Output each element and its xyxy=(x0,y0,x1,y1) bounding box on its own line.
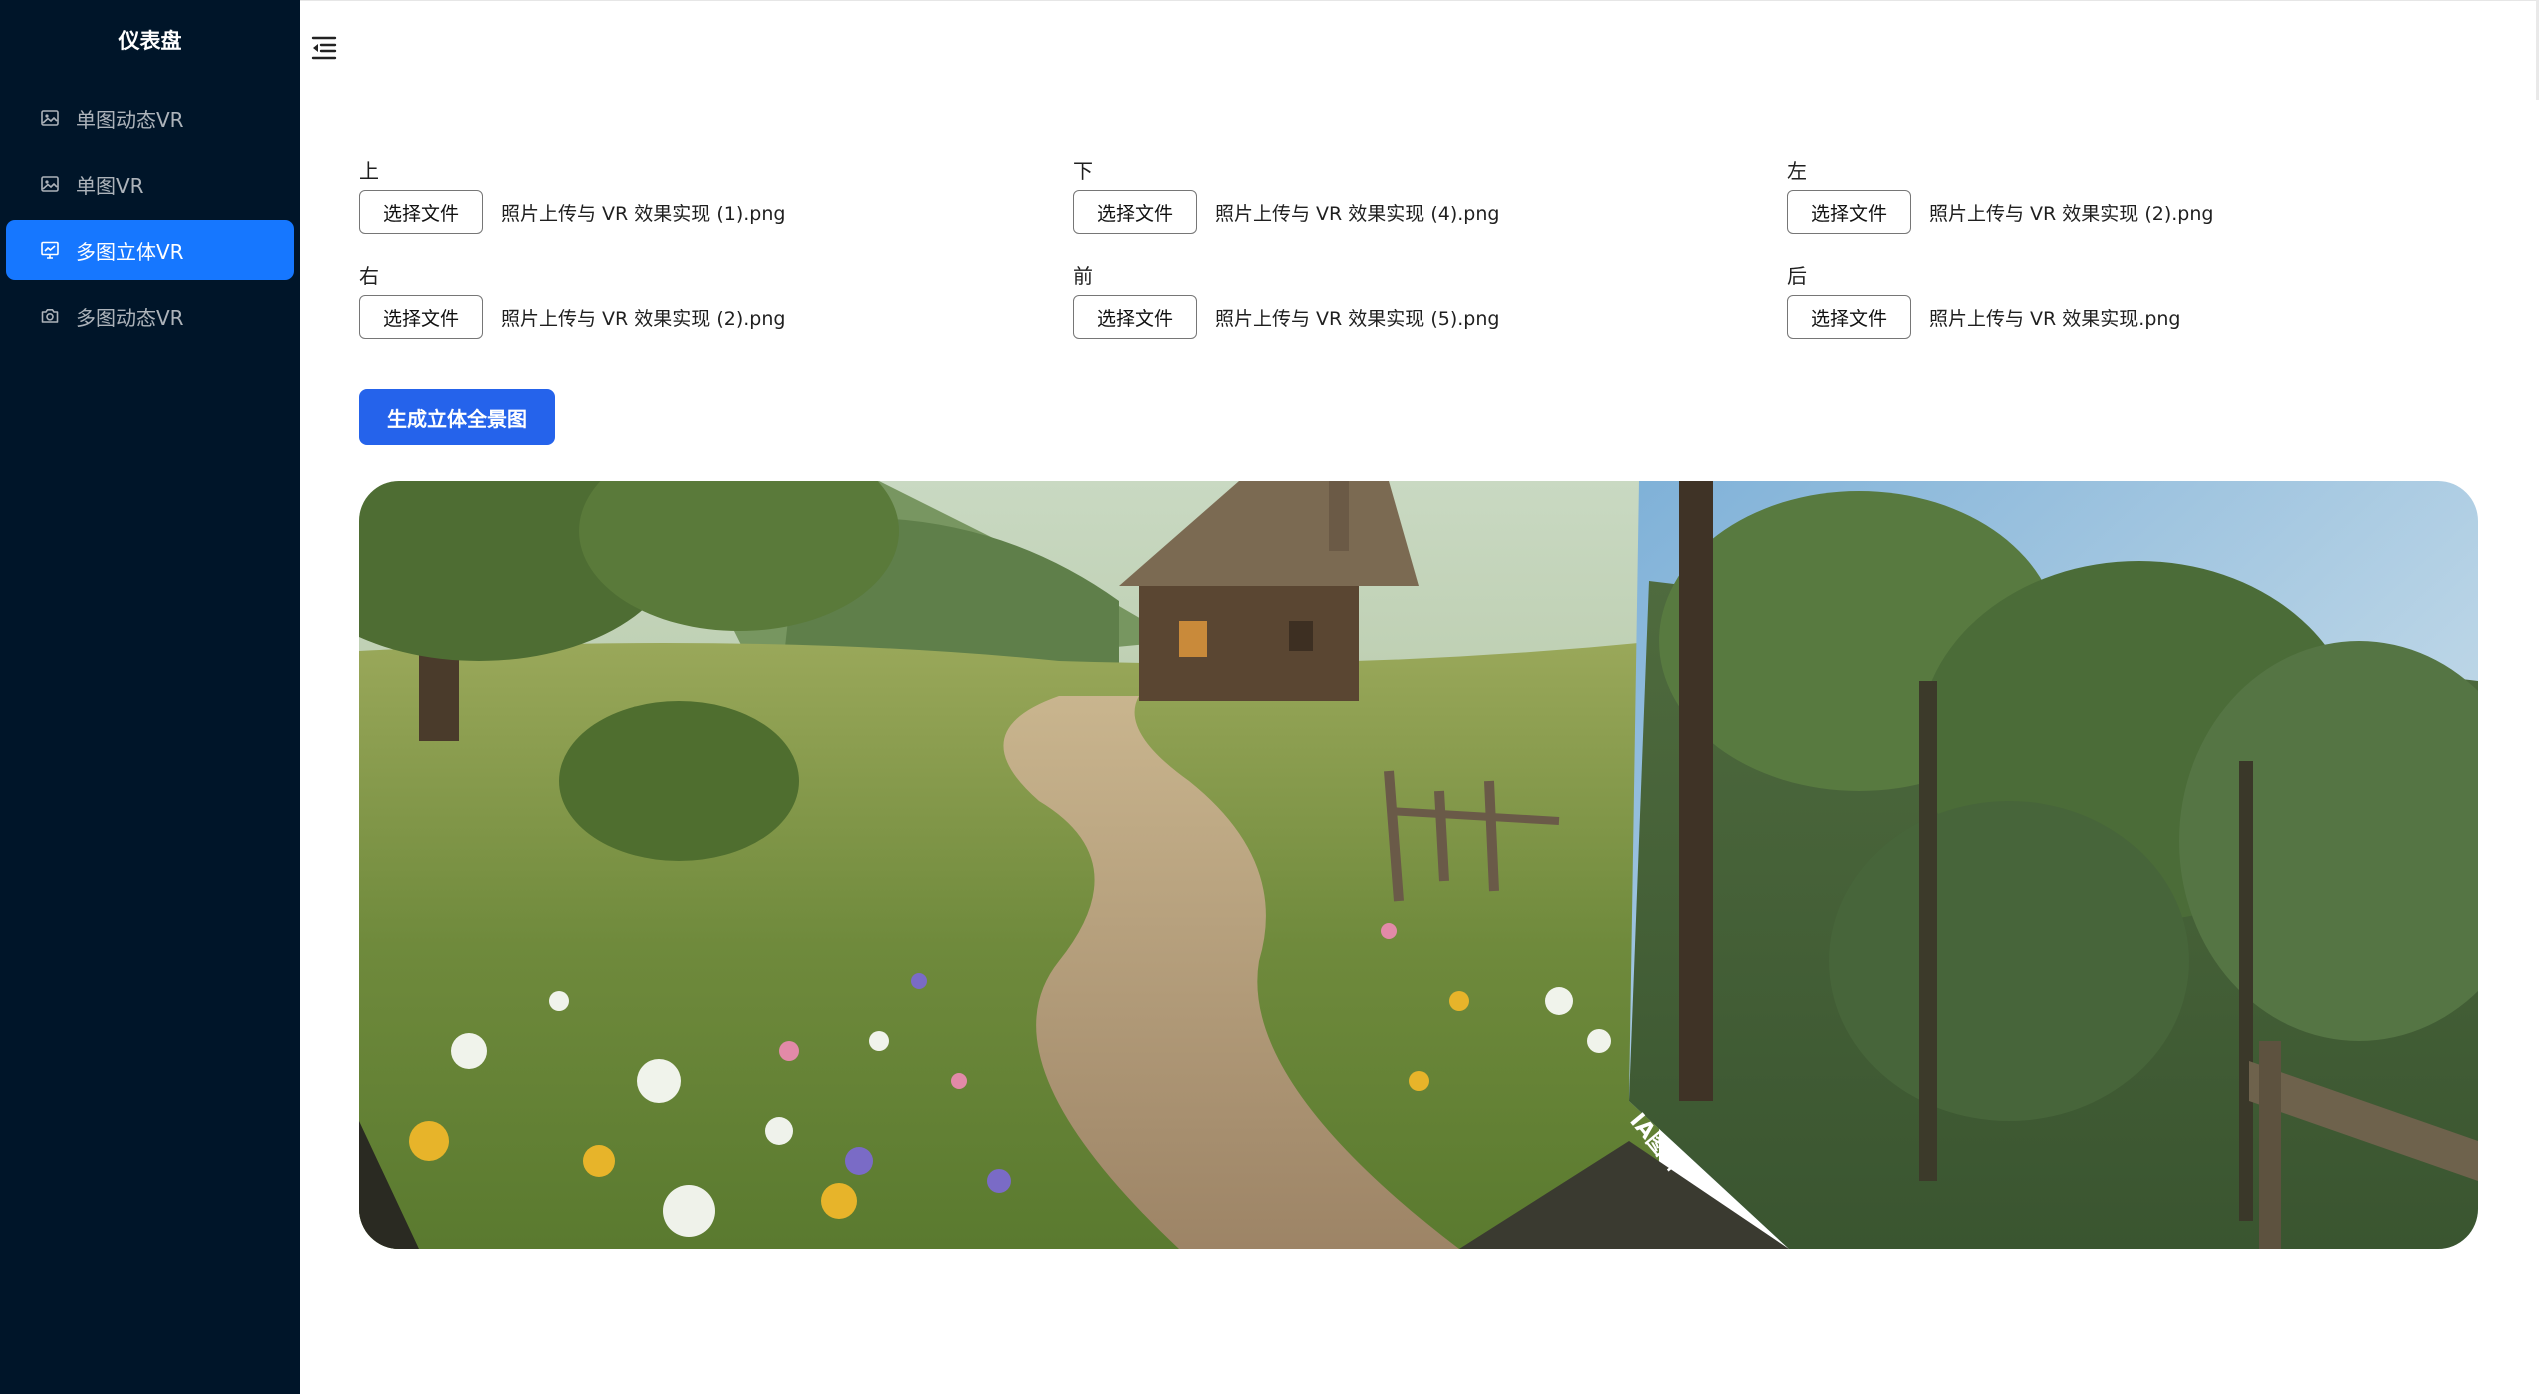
camera-icon xyxy=(40,306,60,326)
sidebar-item-label: 单图VR xyxy=(76,173,144,198)
upload-label: 上 xyxy=(359,159,379,183)
generate-panorama-button[interactable]: 生成立体全景图 xyxy=(359,389,555,445)
sidebar-item-single-vr[interactable]: 单图VR xyxy=(6,154,294,214)
upload-label: 后 xyxy=(1787,264,1807,288)
file-name: 照片上传与 VR 效果实现 (1).png xyxy=(501,202,786,225)
file-name: 照片上传与 VR 效果实现.png xyxy=(1929,307,2181,330)
upload-label: 左 xyxy=(1787,159,1807,183)
upload-group-left: 左 选择文件 照片上传与 VR 效果实现 (2).png xyxy=(1787,158,2213,234)
sidebar: 仪表盘 单图动态VR 单图VR 多图立体VR 多图动态VR xyxy=(0,0,300,1394)
choose-file-button[interactable]: 选择文件 xyxy=(1073,295,1197,339)
upload-label: 前 xyxy=(1073,264,1093,288)
sidebar-item-single-dynamic-vr[interactable]: 单图动态VR xyxy=(6,88,294,148)
file-name: 照片上传与 VR 效果实现 (5).png xyxy=(1215,307,1500,330)
upload-group-up: 上 选择文件 照片上传与 VR 效果实现 (1).png xyxy=(359,158,785,234)
sidebar-item-multi-dynamic-vr[interactable]: 多图动态VR xyxy=(6,286,294,346)
upload-group-front: 前 选择文件 照片上传与 VR 效果实现 (5).png xyxy=(1073,263,1499,339)
upload-group-down: 下 选择文件 照片上传与 VR 效果实现 (4).png xyxy=(1073,158,1499,234)
panorama-viewer[interactable]: IA图片 xyxy=(359,481,2478,1249)
choose-file-button[interactable]: 选择文件 xyxy=(1787,190,1911,234)
upload-group-back: 后 选择文件 照片上传与 VR 效果实现.png xyxy=(1787,263,2180,339)
monitor-chart-icon xyxy=(40,240,60,260)
header-divider xyxy=(300,0,2539,1)
sidebar-title: 仪表盘 xyxy=(118,29,182,53)
panorama-scene: IA图片 xyxy=(359,481,2478,1249)
file-name: 照片上传与 VR 效果实现 (2).png xyxy=(501,307,786,330)
choose-file-button[interactable]: 选择文件 xyxy=(359,295,483,339)
choose-file-button[interactable]: 选择文件 xyxy=(1073,190,1197,234)
sidebar-item-multi-stereo-vr[interactable]: 多图立体VR xyxy=(6,220,294,280)
sidebar-item-label: 单图动态VR xyxy=(76,107,184,132)
sidebar-item-label: 多图动态VR xyxy=(76,305,184,330)
image-icon xyxy=(40,108,60,128)
upload-label: 右 xyxy=(359,264,379,288)
image-icon xyxy=(40,174,60,194)
file-name: 照片上传与 VR 效果实现 (4).png xyxy=(1215,202,1500,225)
sidebar-item-label: 多图立体VR xyxy=(76,239,184,264)
menu-fold-button[interactable] xyxy=(308,34,340,66)
choose-file-button[interactable]: 选择文件 xyxy=(1787,295,1911,339)
upload-group-right: 右 选择文件 照片上传与 VR 效果实现 (2).png xyxy=(359,263,785,339)
upload-label: 下 xyxy=(1073,159,1093,183)
file-name: 照片上传与 VR 效果实现 (2).png xyxy=(1929,202,2214,225)
choose-file-button[interactable]: 选择文件 xyxy=(359,190,483,234)
menu-fold-icon xyxy=(310,35,338,65)
